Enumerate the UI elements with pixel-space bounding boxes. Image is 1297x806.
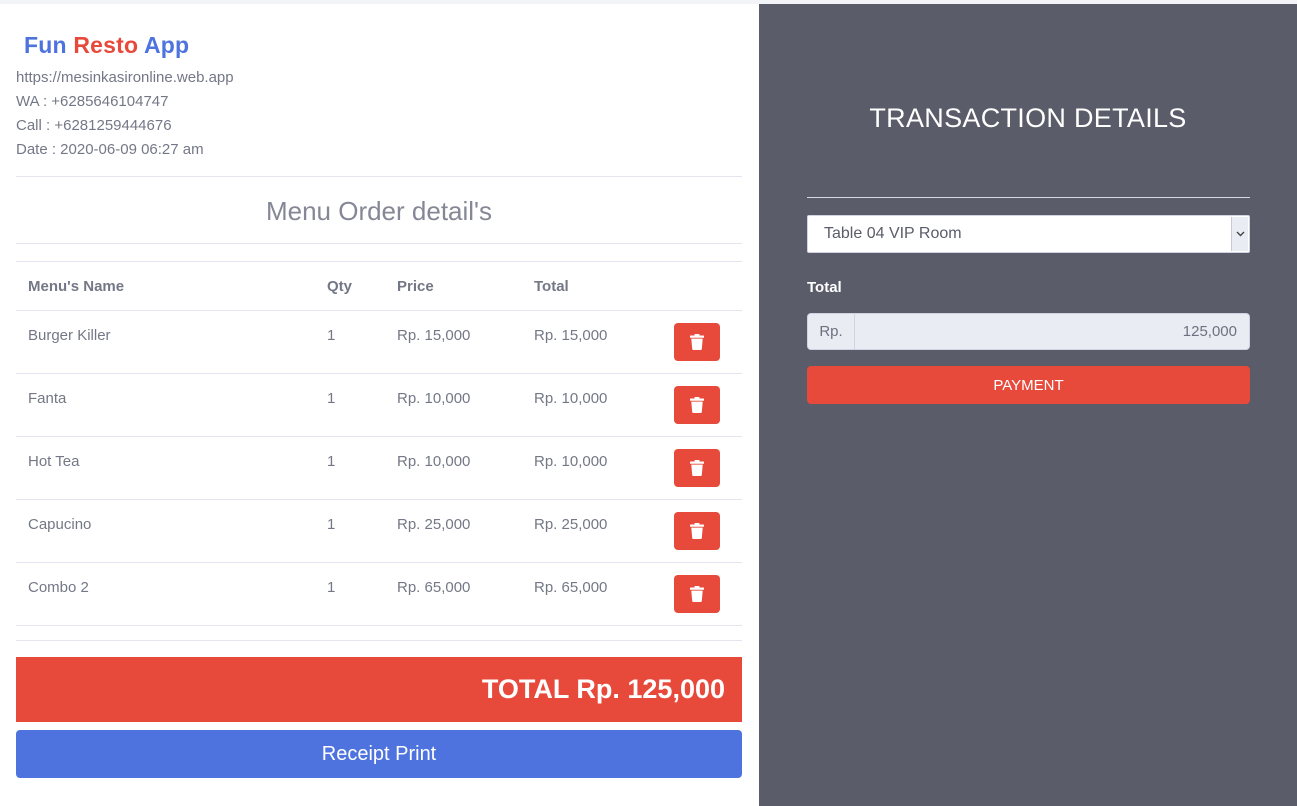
item-action-cell	[672, 562, 742, 626]
item-action-cell	[672, 310, 742, 374]
trash-icon	[690, 397, 704, 413]
item-name: Combo 2	[16, 562, 315, 626]
table-header-row: Menu's Name Qty Price Total	[16, 261, 742, 311]
brand-word-fun: Fun	[24, 32, 67, 58]
item-total: Rp. 15,000	[522, 310, 672, 374]
table-row: Burger Killer 1 Rp. 15,000 Rp. 15,000	[16, 310, 742, 374]
payment-button[interactable]: PAYMENT	[807, 366, 1250, 404]
order-table: Menu's Name Qty Price Total Burger Kille…	[16, 261, 742, 626]
store-call: Call : +6281259444676	[16, 117, 172, 134]
grand-total-text: TOTAL Rp. 125,000	[481, 674, 725, 704]
divider	[16, 176, 742, 177]
divider	[16, 243, 742, 244]
app-brand: Fun Resto App	[24, 32, 189, 59]
item-price: Rp. 65,000	[385, 562, 522, 626]
table-select[interactable]: Table 04 VIP Room	[807, 215, 1250, 253]
delete-item-button[interactable]	[674, 449, 720, 487]
table-select-value: Table 04 VIP Room	[824, 225, 962, 242]
item-qty: 1	[315, 499, 385, 563]
delete-item-button[interactable]	[674, 386, 720, 424]
item-qty: 1	[315, 436, 385, 500]
total-label: Total	[807, 279, 842, 296]
delete-item-button[interactable]	[674, 575, 720, 613]
chevron-down-icon[interactable]	[1231, 217, 1248, 251]
item-name: Hot Tea	[16, 436, 315, 500]
item-price: Rp. 15,000	[385, 310, 522, 374]
item-price: Rp. 25,000	[385, 499, 522, 563]
table-row: Hot Tea 1 Rp. 10,000 Rp. 10,000	[16, 436, 742, 500]
trash-icon	[690, 460, 704, 476]
item-total: Rp. 10,000	[522, 373, 672, 437]
item-price: Rp. 10,000	[385, 373, 522, 437]
transaction-title: TRANSACTION DETAILS	[869, 103, 1187, 133]
item-action-cell	[672, 373, 742, 437]
receipt-print-button[interactable]: Receipt Print	[16, 730, 742, 778]
col-header-total: Total	[522, 261, 672, 311]
item-qty: 1	[315, 373, 385, 437]
trash-icon	[690, 523, 704, 539]
store-wa: WA : +6285646104747	[16, 93, 169, 110]
item-price: Rp. 10,000	[385, 436, 522, 500]
grand-total-bar: TOTAL Rp. 125,000	[16, 657, 742, 722]
item-action-cell	[672, 436, 742, 500]
total-amount-group: Rp. 125,000	[807, 313, 1250, 350]
divider	[807, 197, 1250, 198]
item-total: Rp. 25,000	[522, 499, 672, 563]
brand-word-resto: Resto	[73, 32, 139, 58]
order-section-title: Menu Order detail's	[265, 196, 493, 226]
table-row: Fanta 1 Rp. 10,000 Rp. 10,000	[16, 373, 742, 437]
item-name: Fanta	[16, 373, 315, 437]
table-row: Capucino 1 Rp. 25,000 Rp. 25,000	[16, 499, 742, 563]
item-name: Burger Killer	[16, 310, 315, 374]
total-amount-field[interactable]: 125,000	[855, 313, 1250, 350]
divider	[16, 640, 742, 641]
col-header-price: Price	[385, 261, 522, 311]
col-header-action	[672, 261, 742, 311]
brand-word-app: App	[144, 32, 190, 58]
item-qty: 1	[315, 310, 385, 374]
col-header-name: Menu's Name	[16, 261, 315, 311]
store-url: https://mesinkasironline.web.app	[16, 69, 234, 86]
col-header-qty: Qty	[315, 261, 385, 311]
transaction-panel: TRANSACTION DETAILS Table 04 VIP Room To…	[759, 4, 1297, 806]
item-action-cell	[672, 499, 742, 563]
order-date: Date : 2020-06-09 06:27 am	[16, 141, 204, 158]
item-name: Capucino	[16, 499, 315, 563]
trash-icon	[690, 334, 704, 350]
table-row: Combo 2 1 Rp. 65,000 Rp. 65,000	[16, 562, 742, 626]
item-total: Rp. 65,000	[522, 562, 672, 626]
delete-item-button[interactable]	[674, 323, 720, 361]
trash-icon	[690, 586, 704, 602]
currency-prefix: Rp.	[807, 313, 855, 350]
order-panel: Fun Resto App https://mesinkasironline.w…	[0, 4, 759, 806]
delete-item-button[interactable]	[674, 512, 720, 550]
item-qty: 1	[315, 562, 385, 626]
item-total: Rp. 10,000	[522, 436, 672, 500]
